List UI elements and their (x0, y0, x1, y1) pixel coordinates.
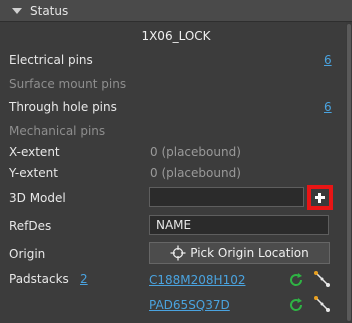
refresh-icon[interactable] (288, 297, 304, 313)
add-3d-model-button[interactable] (307, 185, 333, 210)
pick-origin-button[interactable]: Pick Origin Location (149, 242, 330, 264)
collapse-triangle-icon[interactable] (12, 7, 22, 14)
refresh-icon[interactable] (288, 272, 304, 288)
model-3d-field[interactable] (149, 187, 304, 207)
origin-label: Origin (9, 247, 46, 261)
refdes-label: RefDes (9, 219, 52, 233)
padstacks-count-link[interactable]: 2 (80, 272, 88, 286)
y-extent-label: Y-extent (9, 166, 58, 180)
padstacks-label: Padstacks (9, 272, 69, 286)
section-title: Status (30, 3, 69, 18)
x-extent-value: 0 (placebound) (150, 145, 241, 159)
connect-node-icon[interactable] (313, 270, 331, 288)
connect-node-icon[interactable] (313, 295, 331, 313)
refdes-field[interactable]: NAME (149, 215, 329, 235)
through-hole-pins-count-link[interactable]: 6 (324, 100, 332, 114)
electrical-pins-count-link[interactable]: 6 (324, 53, 332, 67)
x-extent-label: X-extent (9, 145, 60, 159)
padstack-link[interactable]: PAD65SQ37D (149, 298, 230, 312)
crosshair-icon (170, 245, 186, 261)
padstack-link[interactable]: C188M208H102 (149, 273, 245, 287)
scrollbar-thumb[interactable] (347, 24, 351, 321)
pick-origin-label: Pick Origin Location (190, 246, 309, 260)
electrical-pins-label: Electrical pins (9, 53, 93, 67)
surface-mount-pins-label: Surface mount pins (9, 77, 127, 91)
status-section-header[interactable]: Status (0, 0, 352, 22)
model-3d-label: 3D Model (9, 191, 66, 205)
mechanical-pins-label: Mechanical pins (9, 124, 106, 138)
y-extent-value: 0 (placebound) (150, 166, 241, 180)
symbol-name: 1X06_LOCK (141, 29, 211, 43)
through-hole-pins-label: Through hole pins (9, 100, 117, 114)
scrollbar[interactable] (346, 22, 352, 323)
